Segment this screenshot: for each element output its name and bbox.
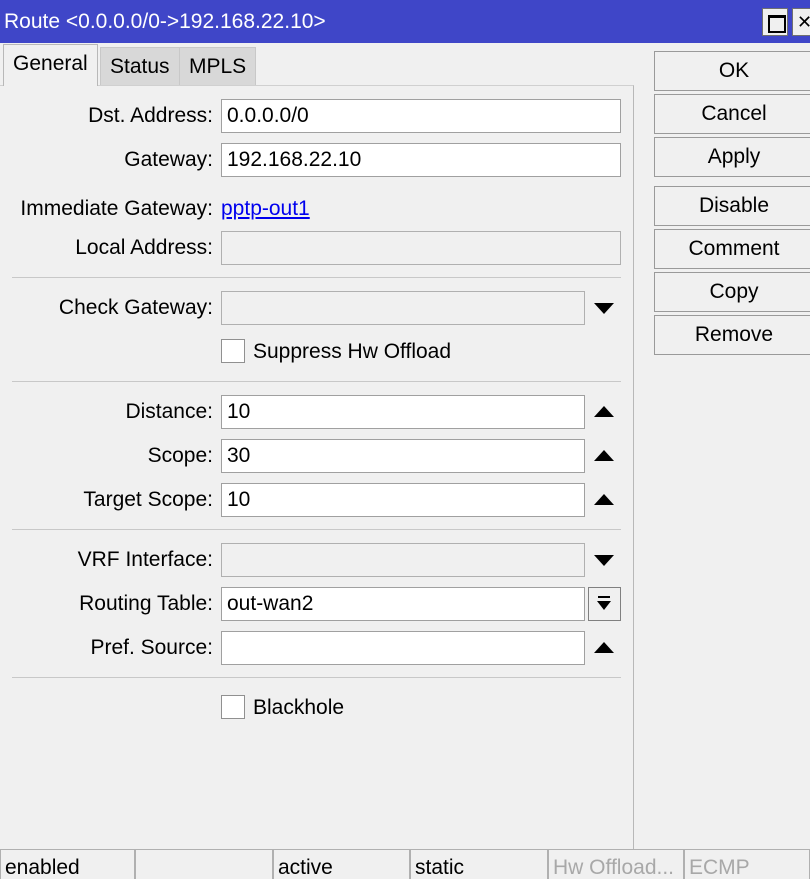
remove-button[interactable]: Remove bbox=[654, 315, 810, 355]
routing-table-label: Routing Table: bbox=[79, 592, 213, 615]
status-bar: enabled active static Hw Offload... ECMP bbox=[0, 849, 810, 879]
maximize-icon[interactable] bbox=[762, 8, 788, 36]
blackhole-label: Blackhole bbox=[253, 696, 345, 719]
select-dropdown-icon[interactable] bbox=[588, 587, 621, 621]
status-enabled: enabled bbox=[0, 849, 135, 879]
window-titlebar[interactable]: Route <0.0.0.0/0->192.168.22.10> ✕ bbox=[0, 0, 810, 43]
status-blank bbox=[135, 849, 273, 879]
tab-general[interactable]: General bbox=[3, 44, 98, 86]
local-address-label: Local Address: bbox=[75, 236, 213, 259]
local-address-field bbox=[221, 231, 621, 265]
status-active: active bbox=[273, 849, 410, 879]
distance-label: Distance: bbox=[125, 400, 213, 423]
gateway-label: Gateway: bbox=[124, 148, 213, 171]
tab-mpls[interactable]: MPLS bbox=[179, 47, 257, 85]
separator bbox=[12, 529, 621, 530]
status-ecmp: ECMP bbox=[684, 849, 810, 879]
separator bbox=[12, 381, 621, 382]
distance-input[interactable]: 10 bbox=[221, 395, 585, 429]
target-scope-label: Target Scope: bbox=[83, 488, 213, 511]
window-title: Route <0.0.0.0/0->192.168.22.10> bbox=[4, 10, 326, 33]
vrf-interface-label: VRF Interface: bbox=[77, 548, 213, 571]
immediate-gateway-label: Immediate Gateway: bbox=[20, 197, 213, 220]
disable-button[interactable]: Disable bbox=[654, 186, 810, 226]
suppress-hw-offload-label: Suppress Hw Offload bbox=[253, 340, 452, 363]
suppress-hw-offload-checkbox[interactable] bbox=[221, 339, 245, 363]
status-hw-offload: Hw Offload... bbox=[548, 849, 684, 879]
routing-table-select[interactable]: out-wan2 bbox=[221, 587, 585, 621]
pref-source-label: Pref. Source: bbox=[90, 636, 213, 659]
collapse-arrow-icon[interactable] bbox=[594, 406, 614, 417]
separator bbox=[12, 277, 621, 278]
dropdown-arrow-icon[interactable] bbox=[594, 303, 614, 314]
vrf-interface-select[interactable] bbox=[221, 543, 585, 577]
check-gateway-label: Check Gateway: bbox=[58, 296, 213, 319]
blackhole-checkbox[interactable] bbox=[221, 695, 245, 719]
tab-status[interactable]: Status bbox=[100, 47, 180, 85]
copy-button[interactable]: Copy bbox=[654, 272, 810, 312]
dropdown-arrow-icon[interactable] bbox=[594, 555, 614, 566]
gateway-input[interactable]: 192.168.22.10 bbox=[221, 143, 621, 177]
ok-button[interactable]: OK bbox=[654, 51, 810, 91]
check-gateway-select[interactable] bbox=[221, 291, 585, 325]
status-static: static bbox=[410, 849, 548, 879]
dst-address-input[interactable]: 0.0.0.0/0 bbox=[221, 99, 621, 133]
immediate-gateway-link[interactable]: pptp-out1 bbox=[221, 192, 310, 226]
scope-input[interactable]: 30 bbox=[221, 439, 585, 473]
scope-label: Scope: bbox=[147, 444, 213, 467]
apply-button[interactable]: Apply bbox=[654, 137, 810, 177]
separator bbox=[12, 677, 621, 678]
collapse-arrow-icon[interactable] bbox=[594, 642, 614, 653]
collapse-arrow-icon[interactable] bbox=[594, 450, 614, 461]
comment-button[interactable]: Comment bbox=[654, 229, 810, 269]
close-icon[interactable]: ✕ bbox=[792, 8, 810, 36]
pref-source-input[interactable] bbox=[221, 631, 585, 665]
collapse-arrow-icon[interactable] bbox=[594, 494, 614, 505]
target-scope-input[interactable]: 10 bbox=[221, 483, 585, 517]
cancel-button[interactable]: Cancel bbox=[654, 94, 810, 134]
dst-address-label: Dst. Address: bbox=[88, 104, 213, 127]
